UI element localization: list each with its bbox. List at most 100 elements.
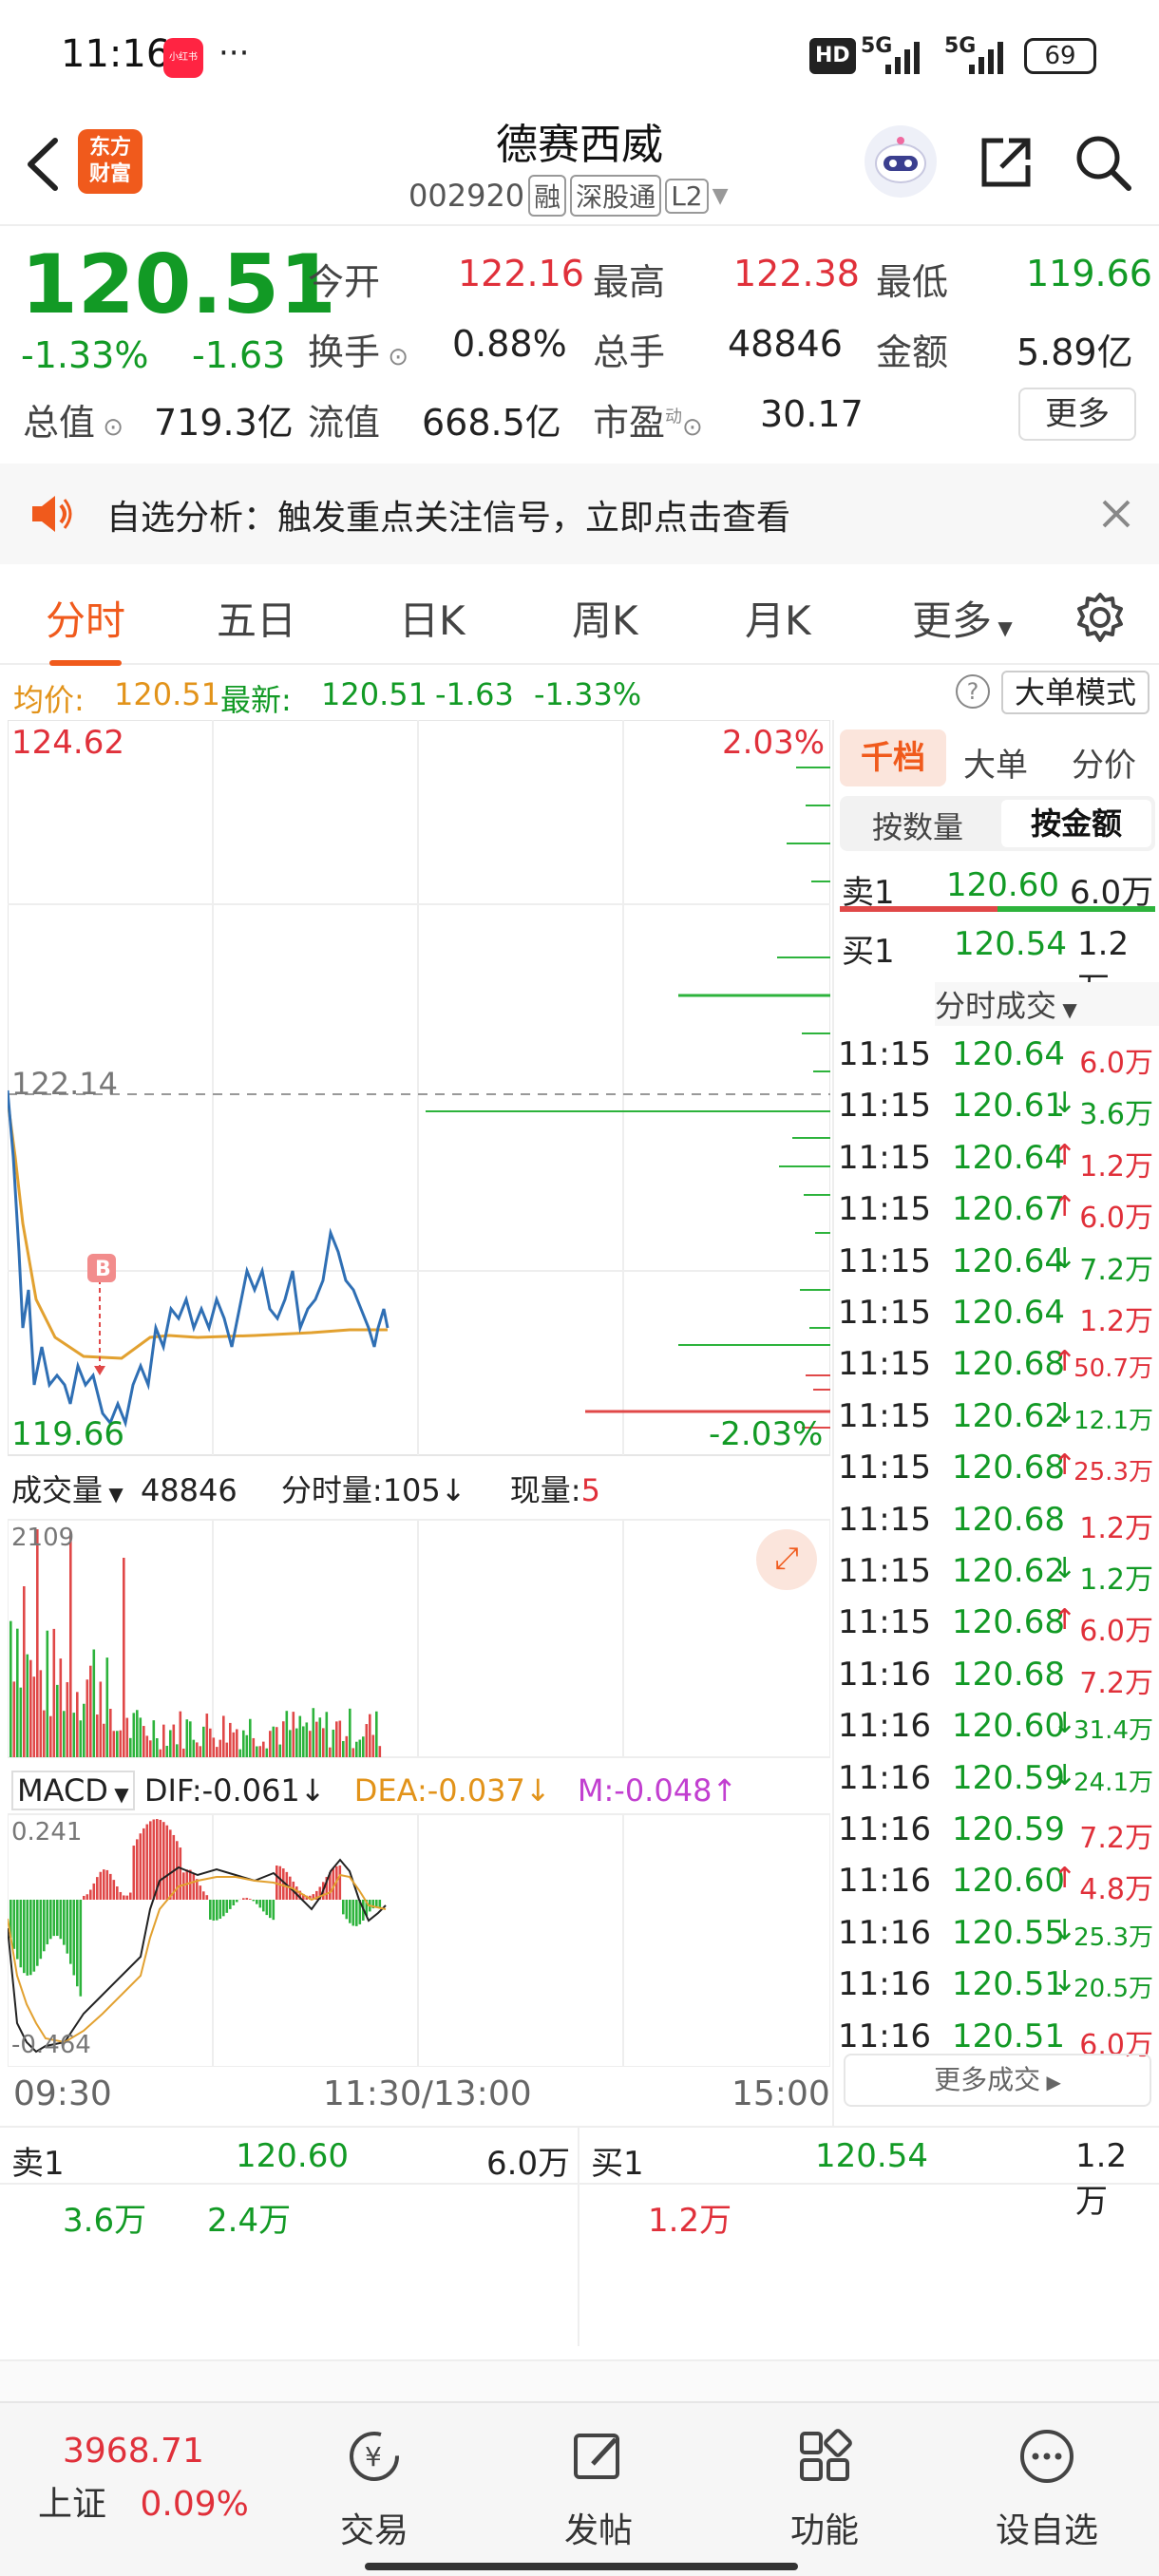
intraday-chart[interactable]: B 124.62 2.03% 122.14 119.66 -2.03% 成交量 …: [6, 719, 831, 2068]
bottom-nav: 3968.71 上证 0.09% ¥ 交易 发帖 功能 设自选: [0, 2401, 1159, 2576]
volume-bar: [196, 1742, 199, 1757]
macd-bar: [152, 1819, 156, 1900]
volume-bar: [86, 1679, 89, 1757]
volume-bar: [265, 1748, 269, 1757]
macd-bar: [49, 1900, 52, 1940]
assistant-robot-icon[interactable]: [864, 125, 937, 198]
close-icon[interactable]: [1100, 498, 1132, 530]
volume-bar: [312, 1708, 315, 1757]
index-ticker[interactable]: 3968.71 上证 0.09%: [38, 2432, 266, 2526]
nav-post[interactable]: 发帖: [522, 2426, 674, 2552]
stock-code-row[interactable]: 002920 融 深股通 L2 ▼: [408, 175, 729, 217]
book-sell-qty-1: 3.6万: [63, 2202, 147, 2240]
macd-bar: [218, 1900, 222, 1920]
volume-bar: [36, 1529, 39, 1757]
tab-by-amount[interactable]: 按金额: [1001, 800, 1151, 847]
macd-bar: [123, 1895, 125, 1900]
dropdown-caret-icon: ▼: [712, 183, 729, 208]
macd-bar: [225, 1900, 229, 1913]
tab-thousand-levels[interactable]: 千档: [840, 729, 946, 786]
more-trades-button[interactable]: 更多成交 ▶: [844, 2054, 1151, 2107]
caret-down-icon: ▼: [1056, 998, 1077, 1021]
tab-daily-k[interactable]: 日K: [399, 589, 466, 647]
macd-bar: [258, 1900, 262, 1908]
macd-bar: [256, 1900, 258, 1904]
volume-bar: [76, 1692, 79, 1757]
volume-legend: 成交量 ▼ 48846 分时量:105↓ 现量:5: [11, 1467, 828, 1510]
current-volume: 5: [580, 1472, 600, 1508]
tab-by-quantity[interactable]: 按数量: [872, 804, 963, 847]
search-icon[interactable]: [1072, 131, 1134, 194]
volume-bar: [205, 1714, 209, 1757]
big-order-mode-button[interactable]: 大单模式: [1001, 671, 1150, 714]
tab-intraday[interactable]: 分时: [46, 589, 125, 666]
alert-bar[interactable]: 自选分析：触发重点关注信号，立即点击查看: [0, 464, 1159, 564]
status-more: ···: [218, 34, 250, 72]
back-arrow-icon[interactable]: [19, 131, 70, 198]
trade-time: 11:16: [838, 2017, 931, 2055]
trade-row: 11:16 120.51 ↓ 20.5万: [834, 1960, 1159, 2011]
nav-functions[interactable]: 功能: [749, 2426, 901, 2552]
latest-value: 120.51: [321, 676, 428, 712]
trade-row: 11:15 120.68 ↑ 6.0万: [834, 1598, 1159, 1649]
macd-bar: [112, 1880, 116, 1900]
macd-bar: [159, 1819, 162, 1900]
volume-bar: [116, 1731, 119, 1757]
trade-amount: 1.2万: [1079, 1149, 1153, 1184]
down-arrow-icon: ↓: [1053, 1241, 1077, 1276]
volume-bar: [176, 1744, 179, 1757]
volume-bar: [46, 1630, 49, 1757]
alert-text: 自选分析：触发重点关注信号，立即点击查看: [106, 499, 791, 538]
volume-label[interactable]: 成交量 ▼: [11, 1472, 124, 1508]
trade-amount: 1.2万: [1079, 1305, 1153, 1338]
dif-value: DIF:-0.061: [143, 1772, 300, 1809]
nav-add-favorite[interactable]: 设自选: [971, 2426, 1123, 2552]
tab-five-day[interactable]: 五日: [217, 589, 296, 647]
share-icon[interactable]: [975, 131, 1037, 194]
tab-big-orders[interactable]: 大单: [963, 739, 1028, 786]
tab-more[interactable]: 更多 ▼: [912, 589, 1013, 647]
nav-trade[interactable]: ¥ 交易: [298, 2426, 450, 2552]
comment-strip[interactable]: [0, 2359, 1159, 2403]
volume-bar: [92, 1649, 96, 1757]
trade-price: 120.64: [952, 1035, 1065, 1073]
down-arrow-icon: ↓: [1053, 1087, 1077, 1121]
more-button[interactable]: 更多: [1018, 388, 1136, 441]
volume-bar: [109, 1709, 112, 1757]
help-icon[interactable]: ?: [956, 674, 990, 709]
pct-axis-max: 2.03%: [722, 724, 826, 762]
macd-bar: [119, 1891, 123, 1900]
trades-title[interactable]: 分时成交 ▼: [935, 982, 1159, 1026]
tab-monthly-k[interactable]: 月K: [745, 589, 811, 647]
expand-icon[interactable]: ⤢: [756, 1529, 817, 1590]
mcap-label[interactable]: 总值 ⊙: [23, 393, 124, 445]
macd-axis-min: -0.464: [11, 2031, 91, 2059]
turnover-label[interactable]: 换手 ⊙: [308, 323, 408, 375]
settings-gear-icon[interactable]: [1074, 591, 1127, 644]
trade-price: 120.62: [952, 1552, 1065, 1590]
macd-bar: [278, 1866, 282, 1900]
macd-bar: [76, 1900, 79, 1987]
trade-row: 11:15 120.68 ↑ 50.7万: [834, 1339, 1159, 1391]
macd-bar: [165, 1825, 169, 1900]
macd-label[interactable]: MACD ▼: [11, 1771, 135, 1810]
tab-price-split[interactable]: 分价: [1072, 739, 1136, 786]
volume-bar: [276, 1727, 278, 1757]
macd-bar: [176, 1841, 179, 1900]
macd-bar: [89, 1889, 92, 1900]
trade-time: 11:16: [838, 1810, 931, 1848]
margin-tag: 融: [528, 175, 567, 217]
macd-bar: [179, 1847, 182, 1900]
volume-bar: [152, 1720, 156, 1757]
pe-label[interactable]: 市盈动⊙: [593, 393, 703, 445]
trade-amount: 4.8万: [1079, 1873, 1153, 1907]
trade-time: 11:15: [838, 1449, 931, 1487]
tab-weekly-k[interactable]: 周K: [572, 589, 638, 647]
macd-bar: [142, 1828, 145, 1900]
macd-bar: [272, 1900, 276, 1921]
volume-bar: [159, 1749, 162, 1757]
svg-text:B: B: [95, 1258, 111, 1281]
volume-bar: [315, 1721, 318, 1757]
nav-functions-label: 功能: [789, 2511, 859, 2550]
volume-bar: [199, 1746, 202, 1757]
